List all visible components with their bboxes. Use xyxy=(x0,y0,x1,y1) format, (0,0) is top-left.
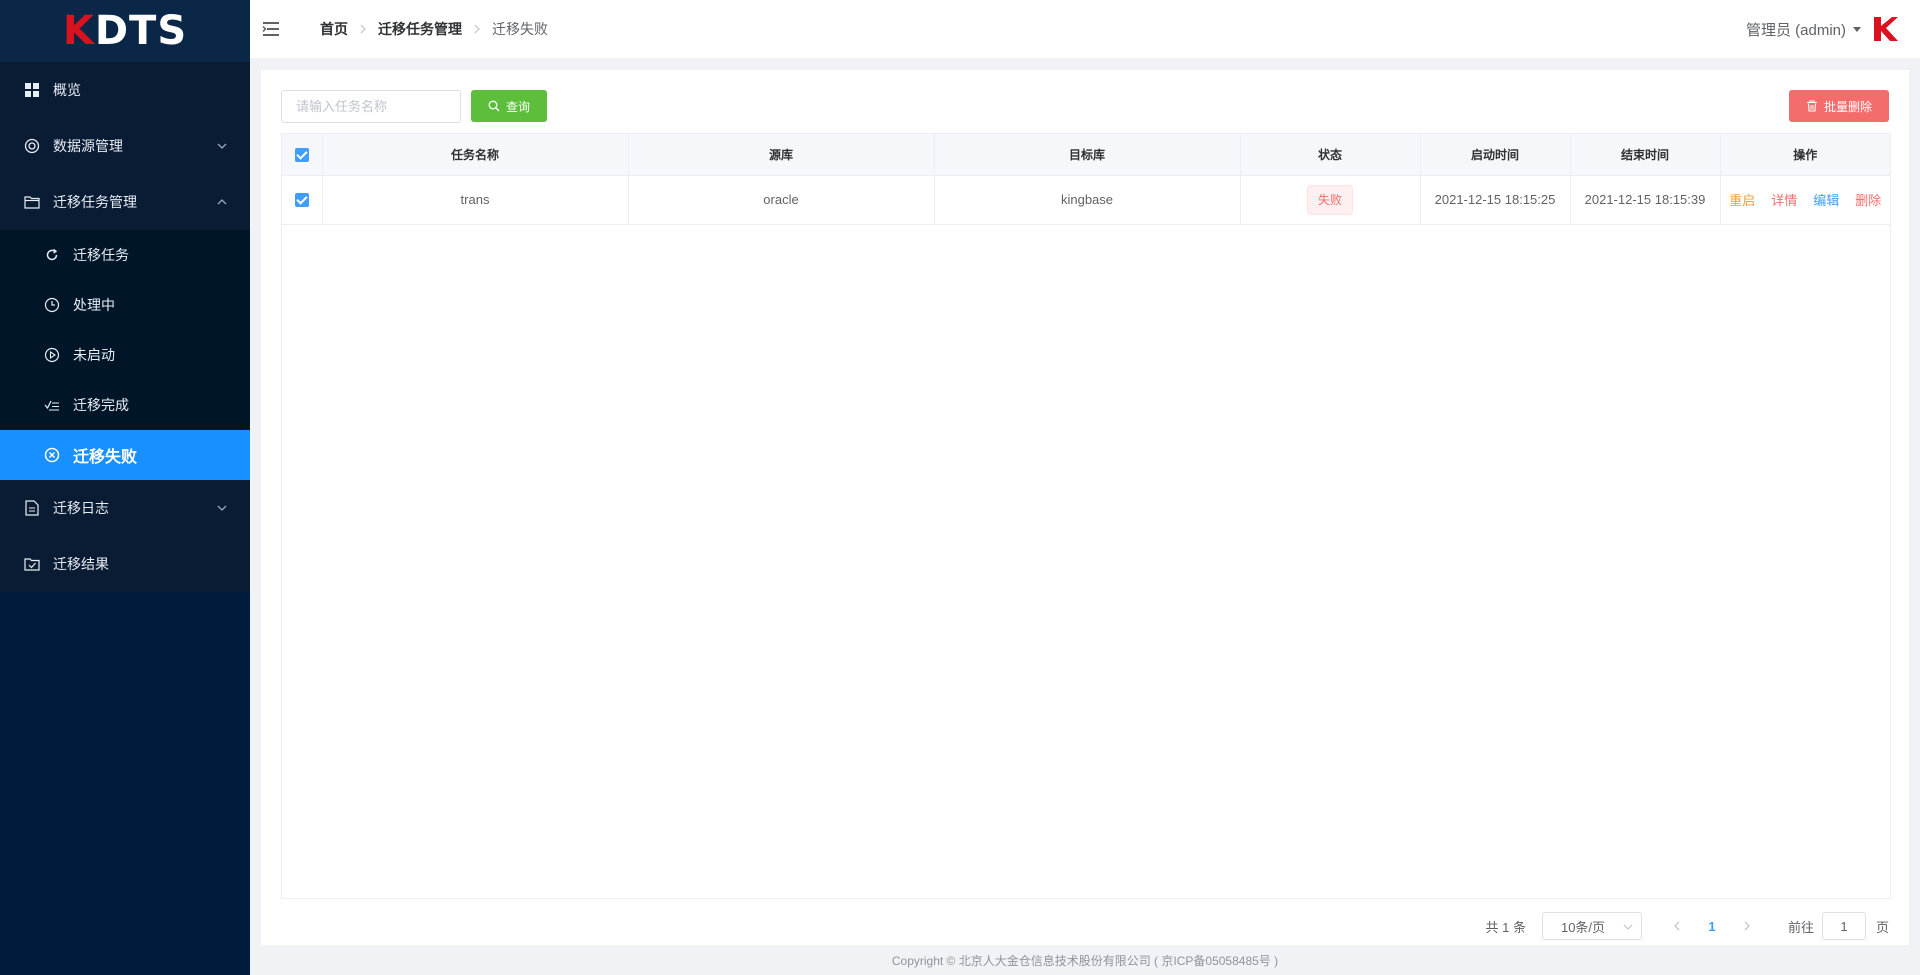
chevron-left-icon xyxy=(1674,921,1680,931)
select-all-checkbox[interactable] xyxy=(294,147,309,162)
column-header-start-time: 启动时间 xyxy=(1420,134,1571,176)
caret-down-icon[interactable] xyxy=(1852,24,1862,34)
sidebar-item-overview[interactable]: 概览 xyxy=(0,62,250,118)
sidebar-item-not-started[interactable]: 未启动 xyxy=(0,330,250,380)
page-number-current[interactable]: 1 xyxy=(1692,919,1732,934)
cell-actions: 重启 详情 编辑 删除 xyxy=(1720,175,1890,225)
breadcrumb-current: 迁移失败 xyxy=(492,21,548,37)
sidebar-item-label: 迁移失败 xyxy=(73,449,138,466)
cell-target: kingbase xyxy=(934,175,1241,225)
breadcrumb-home[interactable]: 首页 xyxy=(320,19,348,39)
close-circle-icon xyxy=(44,447,60,463)
prev-page-button[interactable] xyxy=(1662,912,1692,940)
breadcrumb-task-management[interactable]: 迁移任务管理 xyxy=(378,19,462,39)
page-size-value: 10条/页 xyxy=(1560,919,1606,935)
sidebar-item-task-management[interactable]: 迁移任务管理 xyxy=(0,174,250,230)
chevron-right-icon xyxy=(1744,921,1750,931)
result-icon xyxy=(24,556,40,572)
sidebar-item-label: 迁移结果 xyxy=(53,556,109,572)
column-header-name: 任务名称 xyxy=(322,134,629,176)
trash-icon xyxy=(1806,100,1817,112)
sidebar-item-label: 迁移任务管理 xyxy=(53,194,137,210)
datasource-icon xyxy=(24,138,40,154)
page-size-select[interactable]: 10条/页 xyxy=(1541,912,1642,940)
task-table: 任务名称 源库 目标库 状态 启动时间 结束时间 操作 trans oracle… xyxy=(281,133,1891,899)
check-list-icon xyxy=(44,397,60,413)
cell-source: oracle xyxy=(628,175,935,225)
menu-toggle-icon[interactable] xyxy=(262,21,280,37)
top-header: 首页 迁移任务管理 迁移失败 管理员 (admin) xyxy=(250,0,1920,58)
footer-copyright: Copyright © 北京人大金仓信息技术股份有限公司 ( 京ICP备0505… xyxy=(891,953,1279,968)
table-row: trans oracle kingbase 失败 2021-12-15 18:1… xyxy=(282,175,1890,225)
chevron-down-icon xyxy=(1623,924,1633,930)
task-name-search-input[interactable] xyxy=(281,90,461,123)
query-button-label: 查询 xyxy=(505,99,530,114)
dashboard-icon xyxy=(24,82,40,98)
search-icon xyxy=(488,100,500,112)
detail-link[interactable]: 详情 xyxy=(1771,193,1797,208)
breadcrumb: 首页 迁移任务管理 迁移失败 xyxy=(320,19,548,39)
delete-link[interactable]: 删除 xyxy=(1855,193,1881,208)
batch-delete-label: 批量删除 xyxy=(1823,99,1872,114)
user-menu[interactable]: 管理员 (admin) xyxy=(1746,0,1900,58)
app-logo[interactable]: KDTS xyxy=(0,0,250,62)
sidebar-item-logs[interactable]: 迁移日志 xyxy=(0,480,250,536)
chevron-up-icon xyxy=(217,199,227,205)
column-header-actions: 操作 xyxy=(1720,134,1890,176)
table-header-row: 任务名称 源库 目标库 状态 启动时间 结束时间 操作 xyxy=(282,134,1890,176)
brand-logo-icon xyxy=(1874,17,1898,41)
play-circle-icon xyxy=(44,347,60,363)
pagination: 共 1 条 10条/页 1 前往 页 xyxy=(1485,912,1889,940)
chevron-right-icon xyxy=(474,24,480,34)
restart-link[interactable]: 重启 xyxy=(1729,193,1755,208)
sidebar-item-results[interactable]: 迁移结果 xyxy=(0,536,250,592)
sidebar: KDTS 概览 数据源管理 迁移任务管理 迁移任务 处理中 未启动 迁移完成 迁… xyxy=(0,0,250,975)
status-badge: 失败 xyxy=(1306,184,1353,215)
sidebar-item-label: 迁移日志 xyxy=(53,500,109,516)
sidebar-item-label: 概览 xyxy=(53,82,81,98)
column-header-source: 源库 xyxy=(628,134,935,176)
column-header-end-time: 结束时间 xyxy=(1570,134,1721,176)
sidebar-item-label: 未启动 xyxy=(73,347,115,363)
sidebar-item-processing[interactable]: 处理中 xyxy=(0,280,250,330)
sidebar-item-label: 迁移完成 xyxy=(73,397,129,413)
cell-end-time: 2021-12-15 18:15:39 xyxy=(1570,175,1721,225)
goto-label: 前往 xyxy=(1787,919,1814,935)
refresh-icon xyxy=(44,247,60,263)
main-panel: 查询 批量删除 任务名称 源库 目标库 状态 启动时间 结束时间 xyxy=(261,70,1909,945)
sidebar-item-datasource[interactable]: 数据源管理 xyxy=(0,118,250,174)
sidebar-item-failed[interactable]: 迁移失败 xyxy=(0,430,250,480)
clock-icon xyxy=(44,297,60,313)
sidebar-menu: 概览 数据源管理 迁移任务管理 迁移任务 处理中 未启动 迁移完成 迁移失败 迁… xyxy=(0,62,250,592)
goto-page-input[interactable] xyxy=(1821,912,1866,940)
pagination-total: 共 1 条 xyxy=(1485,919,1526,935)
chevron-down-icon xyxy=(217,505,227,511)
user-name[interactable]: 管理员 (admin) xyxy=(1746,19,1846,40)
sidebar-item-label: 迁移任务 xyxy=(73,247,129,263)
sidebar-item-completed[interactable]: 迁移完成 xyxy=(0,380,250,430)
batch-delete-button[interactable]: 批量删除 xyxy=(1789,90,1889,122)
chevron-down-icon xyxy=(217,143,227,149)
cell-task-name: trans xyxy=(322,175,629,225)
next-page-button[interactable] xyxy=(1732,912,1762,940)
cell-start-time: 2021-12-15 18:15:25 xyxy=(1420,175,1571,225)
page-suffix-label: 页 xyxy=(1875,919,1889,935)
edit-link[interactable]: 编辑 xyxy=(1813,193,1839,208)
chevron-right-icon xyxy=(360,24,366,34)
sidebar-item-label: 数据源管理 xyxy=(53,138,123,154)
folder-icon xyxy=(24,194,40,210)
query-button[interactable]: 查询 xyxy=(471,90,547,122)
cell-status: 失败 xyxy=(1240,175,1421,225)
document-icon xyxy=(24,500,40,516)
row-checkbox[interactable] xyxy=(294,193,309,208)
toolbar: 查询 批量删除 xyxy=(281,90,1889,123)
sidebar-item-label: 处理中 xyxy=(73,297,115,313)
column-header-target: 目标库 xyxy=(934,134,1241,176)
sidebar-item-tasks[interactable]: 迁移任务 xyxy=(0,230,250,280)
column-header-status: 状态 xyxy=(1240,134,1421,176)
